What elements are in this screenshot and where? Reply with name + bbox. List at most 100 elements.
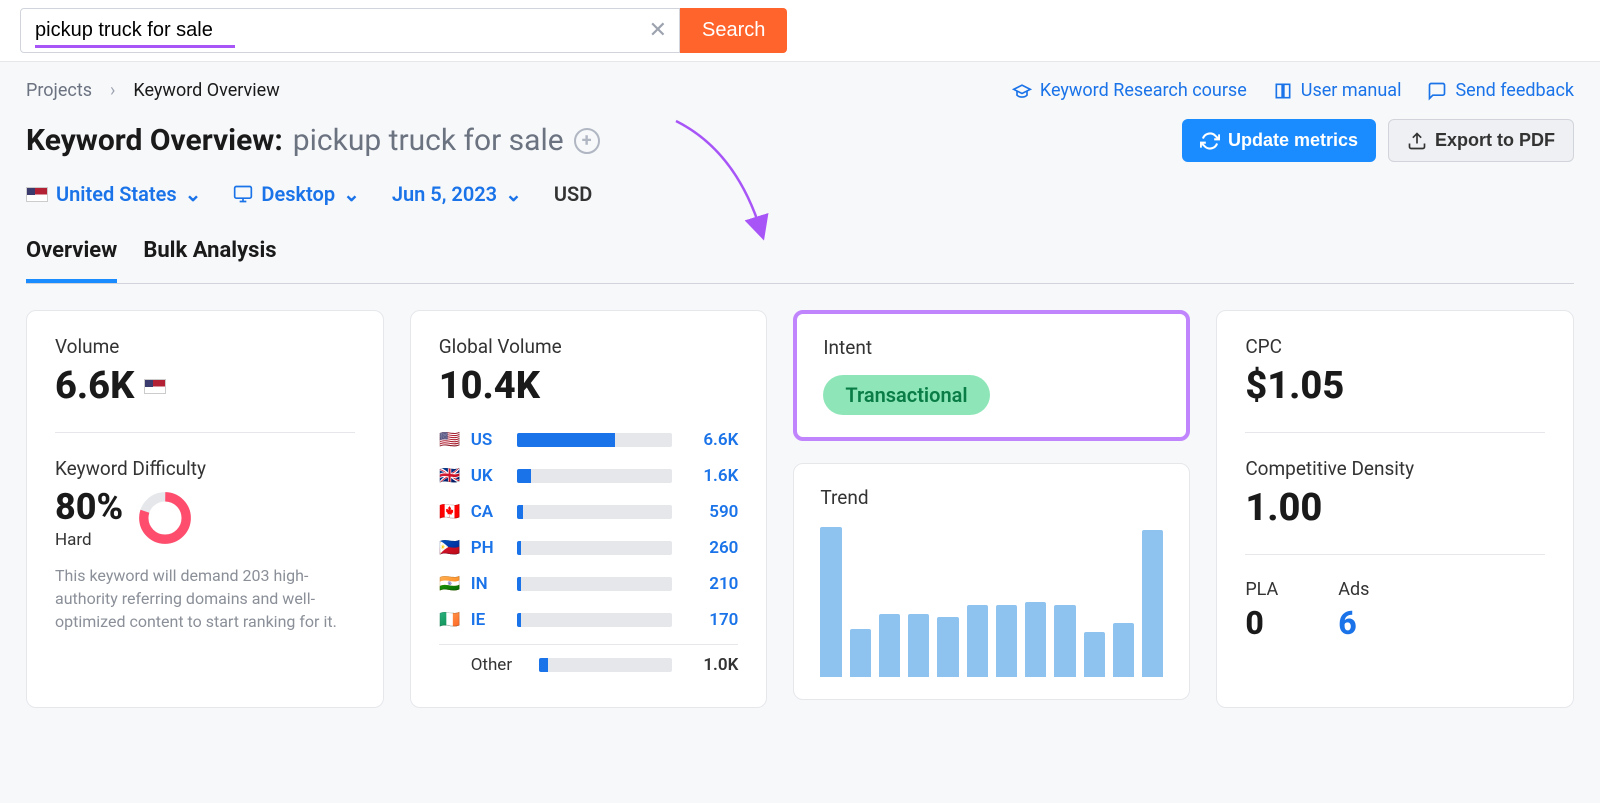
gv-bar (517, 577, 673, 591)
feedback-icon (1427, 81, 1447, 101)
volume-title: Volume (55, 335, 355, 358)
gv-country-code: CA (471, 502, 507, 522)
book-icon (1273, 81, 1293, 101)
gv-row[interactable]: 🇬🇧 UK 1.6K (439, 458, 739, 494)
export-pdf-label: Export to PDF (1435, 130, 1555, 151)
ads-label: Ads (1338, 579, 1369, 600)
gv-volume-value: 210 (682, 574, 738, 594)
gv-volume-value: 1.6K (682, 466, 738, 486)
gv-value: 10.4K (439, 364, 739, 408)
trend-chart (820, 527, 1163, 677)
gv-volume-value: 170 (682, 610, 738, 630)
update-metrics-button[interactable]: Update metrics (1182, 119, 1376, 162)
gv-other-row: Other1.0K (439, 644, 739, 683)
filter-currency: USD (554, 182, 592, 206)
intent-title: Intent (823, 336, 1160, 359)
trend-bar (820, 527, 841, 677)
link-send-feedback[interactable]: Send feedback (1427, 80, 1574, 101)
filter-date-label: Jun 5, 2023 (392, 182, 497, 206)
gv-volume-value: 6.6K (682, 430, 738, 450)
us-flag-icon (26, 187, 48, 202)
trend-bar (1142, 530, 1163, 677)
link-keyword-course[interactable]: Keyword Research course (1012, 80, 1247, 101)
link-keyword-course-label: Keyword Research course (1040, 80, 1247, 101)
clear-search-icon[interactable]: ✕ (637, 18, 679, 43)
filter-date[interactable]: Jun 5, 2023 ⌄ (392, 182, 522, 206)
us-flag-icon (144, 379, 166, 394)
gv-bar (517, 505, 673, 519)
gv-row[interactable]: 🇺🇸US6.6K (439, 422, 739, 458)
trend-bar (967, 605, 988, 677)
gv-row[interactable]: 🇵🇭PH260 (439, 530, 739, 566)
gv-country-code: IE (471, 610, 507, 630)
trend-bar (850, 629, 871, 677)
card-trend: Trend (793, 463, 1190, 700)
export-pdf-button[interactable]: Export to PDF (1388, 119, 1574, 162)
graduation-cap-icon (1012, 81, 1032, 101)
update-metrics-label: Update metrics (1228, 130, 1358, 151)
filter-country[interactable]: United States ⌄ (26, 182, 201, 206)
cpc-title: CPC (1245, 335, 1545, 358)
trend-bar (1054, 605, 1075, 677)
upload-icon (1407, 131, 1427, 151)
card-volume: Volume 6.6K Keyword Difficulty 80% Hard … (26, 310, 384, 708)
pla-label: PLA (1245, 579, 1278, 600)
gv-country-list: 🇺🇸US6.6K🇬🇧UK1.6K🇨🇦CA590🇵🇭PH260🇮🇳IN210🇮🇪I… (439, 422, 739, 683)
gv-country-code: UK (471, 466, 507, 486)
country-flag-icon: 🇮🇪 (439, 610, 461, 630)
gv-country-code: IN (471, 574, 507, 594)
help-links: Keyword Research course User manual Send… (1012, 80, 1574, 101)
link-user-manual[interactable]: User manual (1273, 80, 1402, 101)
page-title: Keyword Overview: pickup truck for sale … (26, 123, 600, 158)
card-cpc: CPC $1.05 Competitive Density 1.00 PLA 0… (1216, 310, 1574, 708)
trend-bar (1084, 632, 1105, 677)
pla-value: 0 (1245, 604, 1278, 642)
chevron-down-icon: ⌄ (505, 182, 522, 206)
chevron-down-icon: ⌄ (343, 182, 360, 206)
filter-device[interactable]: Desktop ⌄ (233, 182, 359, 206)
filter-device-label: Desktop (261, 182, 335, 206)
country-flag-icon: 🇺🇸 (439, 430, 461, 450)
link-user-manual-label: User manual (1301, 80, 1402, 101)
chevron-right-icon: › (110, 80, 115, 101)
country-flag-icon: 🇬🇧 (439, 466, 461, 486)
tabs: Overview Bulk Analysis (26, 230, 1574, 284)
search-underline-annotation (35, 45, 235, 48)
page-title-label: Keyword Overview: (26, 123, 283, 158)
search-input-wrap: ✕ (20, 8, 680, 53)
intent-badge: Transactional (823, 375, 989, 415)
country-flag-icon: 🇵🇭 (439, 538, 461, 558)
breadcrumb-current: Keyword Overview (133, 80, 279, 101)
breadcrumb-projects[interactable]: Projects (26, 80, 92, 101)
kd-title: Keyword Difficulty (55, 457, 355, 480)
add-keyword-button[interactable]: + (574, 128, 600, 154)
page-title-keyword: pickup truck for sale (293, 123, 564, 158)
filter-country-label: United States (56, 182, 177, 206)
trend-bar (908, 614, 929, 677)
gv-title: Global Volume (439, 335, 739, 358)
trend-bar (937, 617, 958, 677)
kd-description: This keyword will demand 203 high-author… (55, 564, 355, 634)
country-flag-icon: 🇨🇦 (439, 502, 461, 522)
gv-row[interactable]: 🇨🇦CA590 (439, 494, 739, 530)
gv-bar (517, 541, 673, 555)
trend-title: Trend (820, 486, 1163, 509)
card-intent: Intent Transactional (793, 310, 1190, 441)
trend-bar (1113, 623, 1134, 677)
divider (1245, 432, 1545, 433)
ads-value[interactable]: 6 (1338, 604, 1369, 642)
kd-label: Hard (55, 530, 123, 550)
gv-bar (517, 469, 673, 483)
gv-row[interactable]: 🇮🇳IN210 (439, 566, 739, 602)
tab-overview[interactable]: Overview (26, 230, 117, 283)
search-button[interactable]: Search (680, 8, 787, 53)
competitive-density-value: 1.00 (1245, 486, 1545, 530)
volume-value-row: 6.6K (55, 364, 355, 408)
volume-value: 6.6K (55, 364, 134, 408)
divider (1245, 554, 1545, 555)
gv-row[interactable]: 🇮🇪 IE 170 (439, 602, 739, 638)
filters-row: United States ⌄ Desktop ⌄ Jun 5, 2023 ⌄ … (26, 182, 1574, 206)
card-global-volume: Global Volume 10.4K 🇺🇸US6.6K 🇬🇧 UK 1.6K 🇨🇦 CA… (410, 310, 768, 708)
tab-bulk-analysis[interactable]: Bulk Analysis (143, 230, 276, 283)
competitive-density-title: Competitive Density (1245, 457, 1545, 480)
